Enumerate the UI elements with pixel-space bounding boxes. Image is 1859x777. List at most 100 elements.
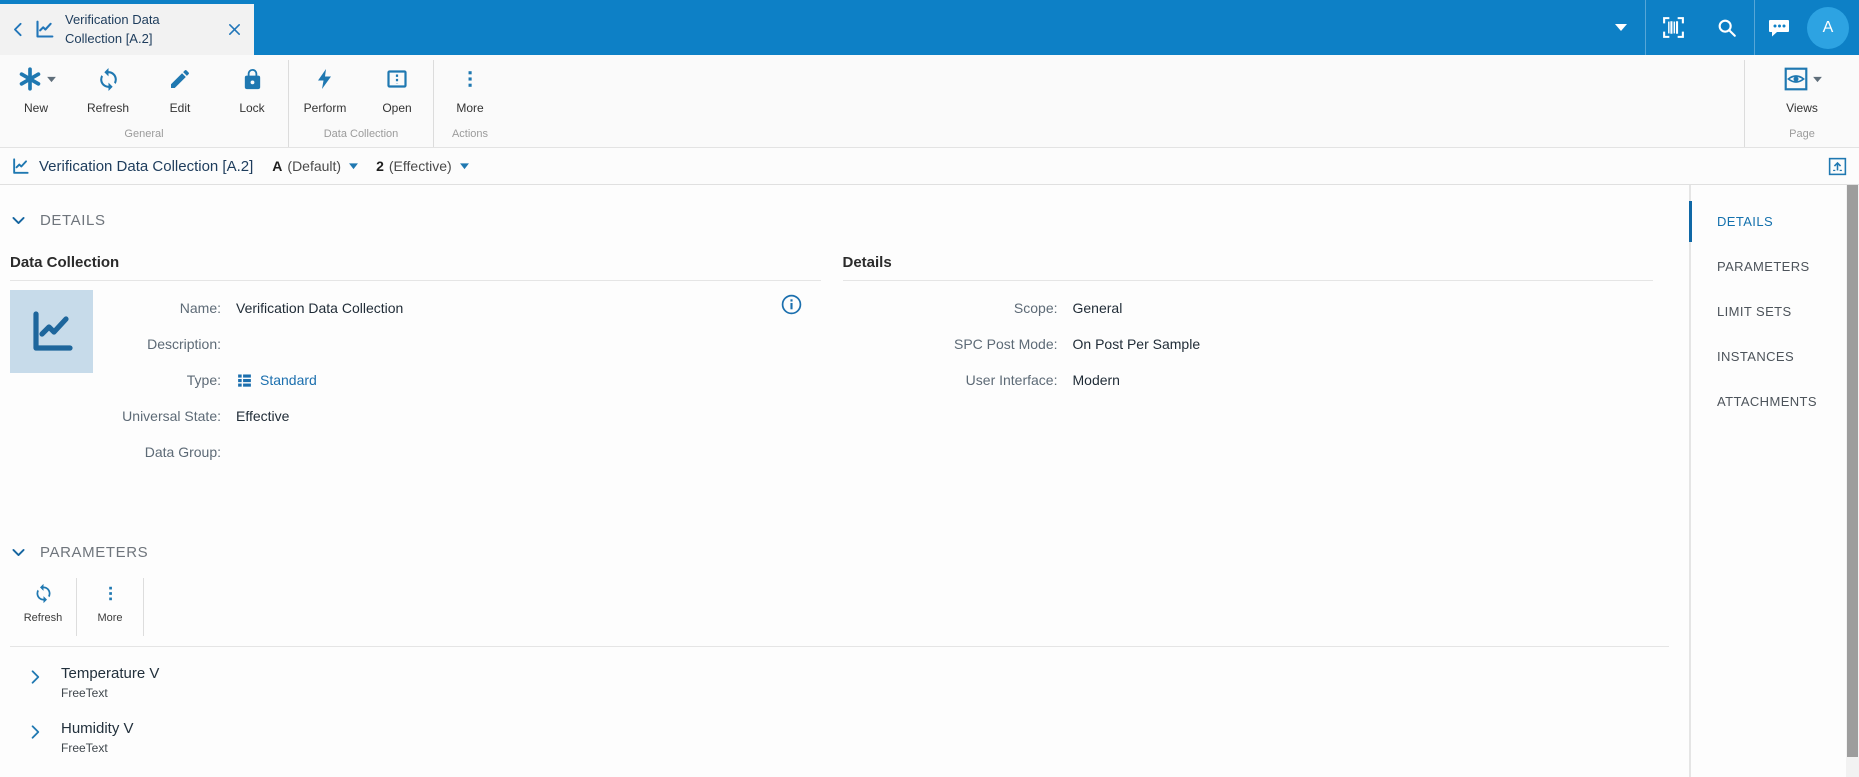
views-icon: [1784, 67, 1807, 91]
views-button[interactable]: Views: [1766, 65, 1838, 115]
ribbon-group-page: Views Page: [1745, 55, 1859, 147]
details-section-label: DETAILS: [40, 211, 106, 229]
ribbon-group-label: Actions: [451, 128, 489, 140]
ribbon-group-label: General: [124, 128, 164, 140]
expand-row-button[interactable]: [26, 723, 44, 755]
edit-icon: [171, 69, 190, 88]
type-link[interactable]: Standard: [236, 372, 317, 389]
parameters-section-header[interactable]: PARAMETERS: [10, 540, 1689, 564]
main-panel: DETAILS Data Collection Name: Verificati…: [0, 185, 1689, 777]
field-value: Effective: [236, 408, 290, 424]
toolbar-separator: [143, 578, 144, 636]
field-label: Data Group:: [144, 444, 221, 460]
breadcrumb-title: Verification Data Collection [A.2]: [39, 157, 254, 175]
refresh-icon: [99, 67, 117, 91]
refresh-label: Refresh: [23, 612, 63, 624]
line-chart-icon: [34, 19, 55, 40]
search-icon: [1718, 19, 1736, 37]
content-area: DETAILS Data Collection Name: Verificati…: [0, 185, 1859, 777]
chevron-down-icon: [12, 548, 25, 556]
version-label: (Default): [287, 158, 342, 174]
details-panels: Data Collection Name: Verification Data …: [10, 254, 1653, 470]
nav-item-instances[interactable]: INSTANCES: [1691, 334, 1846, 379]
collapse-panel-button[interactable]: [1827, 156, 1848, 177]
version-value: A: [272, 158, 283, 174]
refresh-icon: [36, 583, 50, 603]
details-section-header[interactable]: DETAILS: [10, 208, 1689, 232]
nav-item-parameters[interactable]: PARAMETERS: [1691, 244, 1846, 289]
caret-down-icon: [46, 76, 56, 82]
entity-tab[interactable]: Verification Data Collection [A.2]: [0, 4, 254, 55]
parameter-type: FreeText: [61, 686, 108, 700]
caret-down-icon: [459, 163, 469, 170]
revision-dropdown[interactable]: [459, 162, 470, 170]
top-bar: Verification Data Collection [A.2] A: [0, 0, 1859, 55]
topbar-dropdown-button[interactable]: [1597, 0, 1645, 55]
info-button[interactable]: [780, 293, 803, 316]
ribbon-group-label: Page: [1789, 128, 1815, 140]
revision-label: (Effective): [388, 158, 452, 174]
field-row: User Interface: Modern: [843, 362, 1654, 398]
edit-button[interactable]: Edit: [144, 65, 216, 115]
parameters-more-button[interactable]: More: [77, 576, 143, 638]
more-icon: [108, 586, 112, 600]
version-dropdown[interactable]: [348, 162, 359, 170]
field-value: General: [1072, 300, 1123, 316]
refresh-label: Refresh: [86, 101, 130, 115]
type-value: Standard: [260, 372, 317, 388]
lock-button[interactable]: Lock: [216, 65, 288, 115]
nav-item-details[interactable]: DETAILS: [1689, 199, 1846, 244]
parameters-refresh-button[interactable]: Refresh: [10, 576, 76, 638]
parameter-row[interactable]: Humidity V FreeText: [10, 710, 1689, 765]
open-button[interactable]: Open: [361, 65, 433, 115]
perform-button[interactable]: Perform: [289, 65, 361, 115]
refresh-button[interactable]: Refresh: [72, 65, 144, 115]
open-label: Open: [382, 101, 412, 115]
parameters-section-label: PARAMETERS: [40, 543, 149, 561]
search-button[interactable]: [1700, 0, 1754, 55]
field-label: SPC Post Mode:: [954, 336, 1058, 352]
info-icon: [781, 294, 801, 315]
lock-label: Lock: [239, 101, 265, 115]
field-row: Name: Verification Data Collection: [93, 290, 821, 326]
new-button[interactable]: New: [0, 65, 72, 115]
open-icon: [387, 70, 407, 88]
lock-icon: [244, 68, 260, 89]
vertical-scrollbar[interactable]: [1846, 185, 1859, 777]
chevron-right-icon: [31, 725, 40, 739]
back-button[interactable]: [10, 21, 27, 38]
parameter-name: Temperature V: [61, 665, 160, 682]
revision-value: 2: [376, 158, 384, 174]
more-button[interactable]: More: [434, 65, 506, 115]
user-avatar[interactable]: A: [1807, 6, 1849, 49]
divider: [10, 646, 1669, 647]
chevron-down-icon: [12, 216, 25, 224]
perform-label: Perform: [303, 101, 347, 115]
new-label: New: [23, 101, 48, 115]
messages-button[interactable]: [1755, 0, 1803, 55]
parameter-row[interactable]: Temperature V FreeText: [10, 655, 1689, 710]
scan-button[interactable]: [1646, 0, 1700, 55]
ribbon-group-general: New Refresh Edit Lock General: [0, 55, 288, 147]
parameters-list: Temperature V FreeText Humidity V FreeTe…: [10, 655, 1689, 765]
edit-label: Edit: [169, 101, 191, 115]
nav-item-attachments[interactable]: ATTACHMENTS: [1691, 379, 1846, 424]
field-row: Type: Standard: [93, 362, 821, 398]
parameter-name: Humidity V: [61, 720, 134, 737]
field-row: SPC Post Mode: On Post Per Sample: [843, 326, 1654, 362]
nav-item-limit-sets[interactable]: LIMIT SETS: [1691, 289, 1846, 334]
field-row: Universal State: Effective: [93, 398, 821, 434]
field-value: Verification Data Collection: [236, 300, 404, 316]
tab-title: Verification Data Collection [A.2]: [65, 11, 160, 46]
section-nav: DETAILS PARAMETERS LIMIT SETS INSTANCES …: [1689, 185, 1846, 777]
back-icon: [14, 22, 22, 37]
scrollbar-thumb[interactable]: [1847, 185, 1858, 757]
details-panel: Details Scope: General SPC Post Mode: On…: [842, 254, 1654, 470]
chat-icon: [1769, 19, 1789, 36]
expand-row-button[interactable]: [26, 668, 44, 700]
breadcrumb: Verification Data Collection [A.2] A (De…: [0, 148, 1859, 185]
parameters-toolbar: Refresh More: [10, 576, 1689, 638]
panel-title: Data Collection: [10, 254, 821, 281]
arrow-up-box-icon: [1828, 157, 1847, 175]
tab-close-button[interactable]: [227, 22, 242, 37]
